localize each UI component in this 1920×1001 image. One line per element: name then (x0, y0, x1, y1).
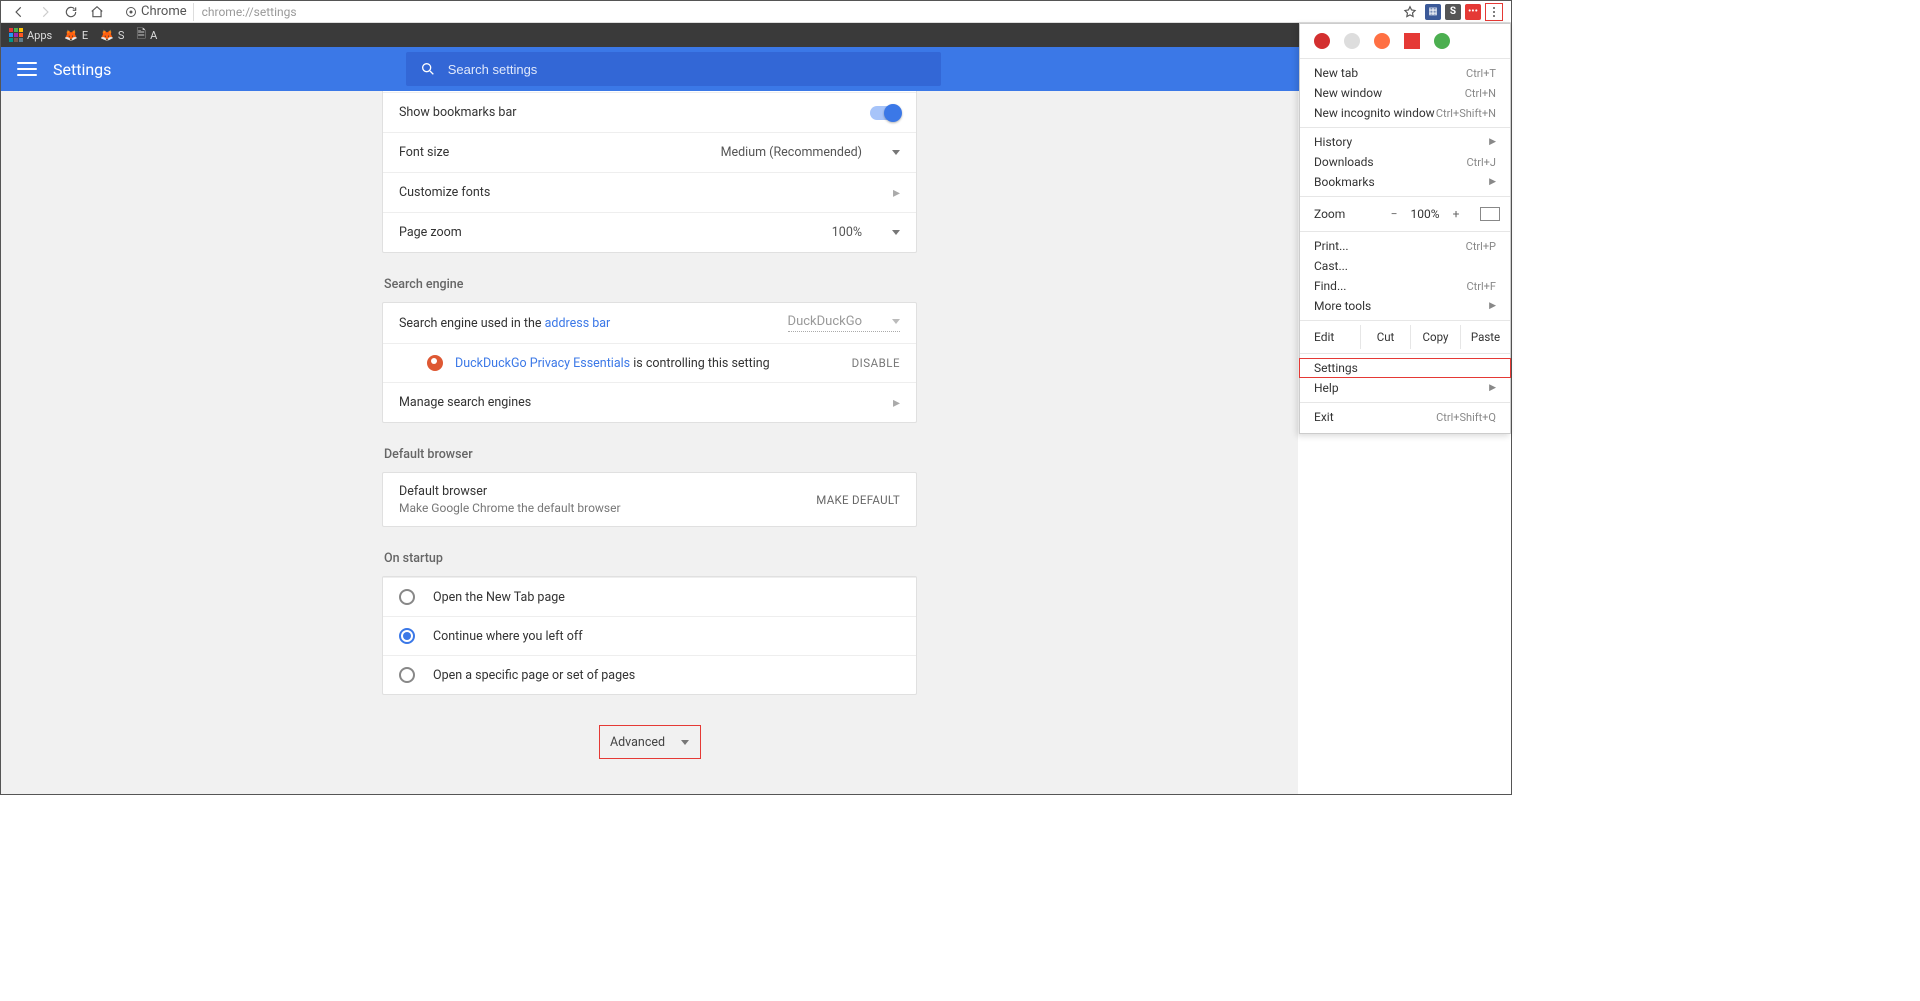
menu-bookmarks[interactable]: Bookmarks▶ (1300, 172, 1510, 192)
customize-fonts-row[interactable]: Customize fonts ▸ (383, 172, 916, 212)
caret-down-icon (681, 740, 689, 745)
menu-paste[interactable]: Paste (1460, 325, 1510, 349)
address-bar-link[interactable]: address bar (545, 316, 611, 331)
caret-down-icon (892, 319, 900, 324)
search-engine-section-title: Search engine (384, 277, 917, 292)
extension-icon-lastpass[interactable]: ••• (1465, 4, 1481, 20)
menu-copy[interactable]: Copy (1410, 325, 1460, 349)
menu-downloads[interactable]: DownloadsCtrl+J (1300, 152, 1510, 172)
back-button[interactable] (9, 2, 29, 22)
bookmark-item-a[interactable]: 🗎A (136, 25, 157, 46)
hamburger-menu-icon[interactable] (17, 62, 37, 76)
bookmarks-bar: Apps 🦊E 🦊S 🗎A (1, 23, 1511, 47)
disable-extension-button[interactable]: DISABLE (852, 356, 900, 370)
bookmark-item-s[interactable]: 🦊S (100, 29, 124, 42)
font-size-row[interactable]: Font size Medium (Recommended) (383, 132, 916, 172)
default-browser-section-title: Default browser (384, 447, 917, 462)
search-icon (420, 61, 436, 77)
search-engine-card: Search engine used in the address bar Du… (382, 302, 917, 423)
search-input[interactable] (448, 62, 927, 77)
chrome-menu-button[interactable] (1485, 3, 1503, 21)
radio-icon-selected[interactable] (399, 628, 415, 644)
menu-settings[interactable]: Settings (1299, 358, 1511, 378)
radio-icon[interactable] (399, 589, 415, 605)
address-bar[interactable]: Chrome chrome://settings (113, 3, 1403, 21)
forward-button[interactable] (35, 2, 55, 22)
search-engine-select: DuckDuckGo (788, 314, 900, 332)
make-default-button[interactable]: MAKE DEFAULT (816, 493, 900, 507)
file-icon: 🗎 (136, 25, 146, 46)
menu-exit[interactable]: ExitCtrl+Shift+Q (1300, 407, 1510, 427)
home-button[interactable] (87, 2, 107, 22)
menu-incognito[interactable]: New incognito windowCtrl+Shift+N (1300, 103, 1510, 123)
apps-label: Apps (27, 29, 52, 42)
settings-header: Settings (1, 47, 1511, 91)
extension-controlling-row: DuckDuckGo Privacy Essentials is control… (383, 343, 916, 382)
fox-icon: 🦊 (100, 29, 114, 42)
default-browser-row: Default browser Make Google Chrome the d… (383, 473, 916, 526)
extension-icon-red[interactable] (1404, 33, 1420, 49)
settings-title: Settings (53, 60, 111, 79)
reload-button[interactable] (61, 2, 81, 22)
extension-icon-s[interactable]: S (1445, 4, 1461, 20)
bookmark-star-icon[interactable] (1403, 5, 1417, 19)
origin-chip: Chrome (119, 3, 194, 21)
extension-icon-grey[interactable] (1344, 33, 1360, 49)
grammarly-icon[interactable] (1434, 33, 1450, 49)
duckduckgo-icon (427, 355, 443, 371)
show-bookmarks-bar-row[interactable]: Show bookmarks bar (383, 92, 916, 132)
browser-toolbar: Chrome chrome://settings ▦ S ••• (1, 1, 1511, 23)
chevron-right-icon: ▸ (893, 395, 900, 411)
url-text: chrome://settings (194, 5, 297, 19)
appearance-card: Show bookmarks bar Font size Medium (Rec… (382, 91, 917, 253)
zoom-in-button[interactable]: + (1444, 207, 1468, 221)
abp-icon[interactable] (1314, 33, 1330, 49)
settings-content: Show bookmarks bar Font size Medium (Rec… (1, 91, 1298, 794)
menu-find[interactable]: Find...Ctrl+F (1300, 276, 1510, 296)
page-zoom-select[interactable]: 100% (832, 225, 900, 240)
menu-history[interactable]: History▶ (1300, 132, 1510, 152)
startup-option-specific[interactable]: Open a specific page or set of pages (383, 655, 916, 694)
menu-cast[interactable]: Cast... (1300, 256, 1510, 276)
chevron-right-icon: ▸ (893, 185, 900, 201)
menu-more-tools[interactable]: More tools▶ (1300, 296, 1510, 316)
menu-edit-row: Edit Cut Copy Paste (1300, 325, 1510, 349)
default-browser-card: Default browser Make Google Chrome the d… (382, 472, 917, 527)
fullscreen-button[interactable] (1480, 207, 1500, 221)
menu-new-window[interactable]: New windowCtrl+N (1300, 83, 1510, 103)
startup-option-newtab[interactable]: Open the New Tab page (383, 577, 916, 616)
radio-icon[interactable] (399, 667, 415, 683)
fox-icon: 🦊 (64, 29, 78, 42)
duckduckgo-menu-icon[interactable] (1374, 33, 1390, 49)
menu-help[interactable]: Help▶ (1300, 378, 1510, 398)
extension-icon-1[interactable]: ▦ (1425, 4, 1441, 20)
advanced-button[interactable]: Advanced (599, 725, 701, 759)
menu-new-tab[interactable]: New tabCtrl+T (1300, 63, 1510, 83)
menu-zoom: Zoom − 100% + (1300, 201, 1510, 227)
menu-print[interactable]: Print...Ctrl+P (1300, 236, 1510, 256)
page-zoom-row[interactable]: Page zoom 100% (383, 212, 916, 252)
startup-option-continue[interactable]: Continue where you left off (383, 616, 916, 655)
zoom-out-button[interactable]: − (1382, 207, 1406, 221)
extension-link[interactable]: DuckDuckGo Privacy Essentials (455, 356, 630, 371)
caret-down-icon (892, 150, 900, 155)
on-startup-section-title: On startup (384, 551, 917, 566)
menu-extension-icons (1300, 28, 1510, 54)
bookmarks-bar-toggle[interactable] (870, 106, 900, 120)
settings-search[interactable] (406, 52, 941, 86)
apps-grid-icon (9, 28, 23, 42)
origin-label: Chrome (141, 4, 187, 19)
apps-shortcut[interactable]: Apps (9, 28, 52, 42)
search-engine-row: Search engine used in the address bar Du… (383, 303, 916, 343)
zoom-value: 100% (1406, 207, 1444, 221)
font-size-select[interactable]: Medium (Recommended) (721, 145, 900, 160)
on-startup-card: Open the New Tab page Continue where you… (382, 576, 917, 695)
chrome-main-menu: New tabCtrl+T New windowCtrl+N New incog… (1299, 23, 1511, 434)
manage-search-engines-row[interactable]: Manage search engines ▸ (383, 382, 916, 422)
bookmark-item-e[interactable]: 🦊E (64, 29, 88, 42)
caret-down-icon (892, 230, 900, 235)
menu-cut[interactable]: Cut (1360, 325, 1410, 349)
